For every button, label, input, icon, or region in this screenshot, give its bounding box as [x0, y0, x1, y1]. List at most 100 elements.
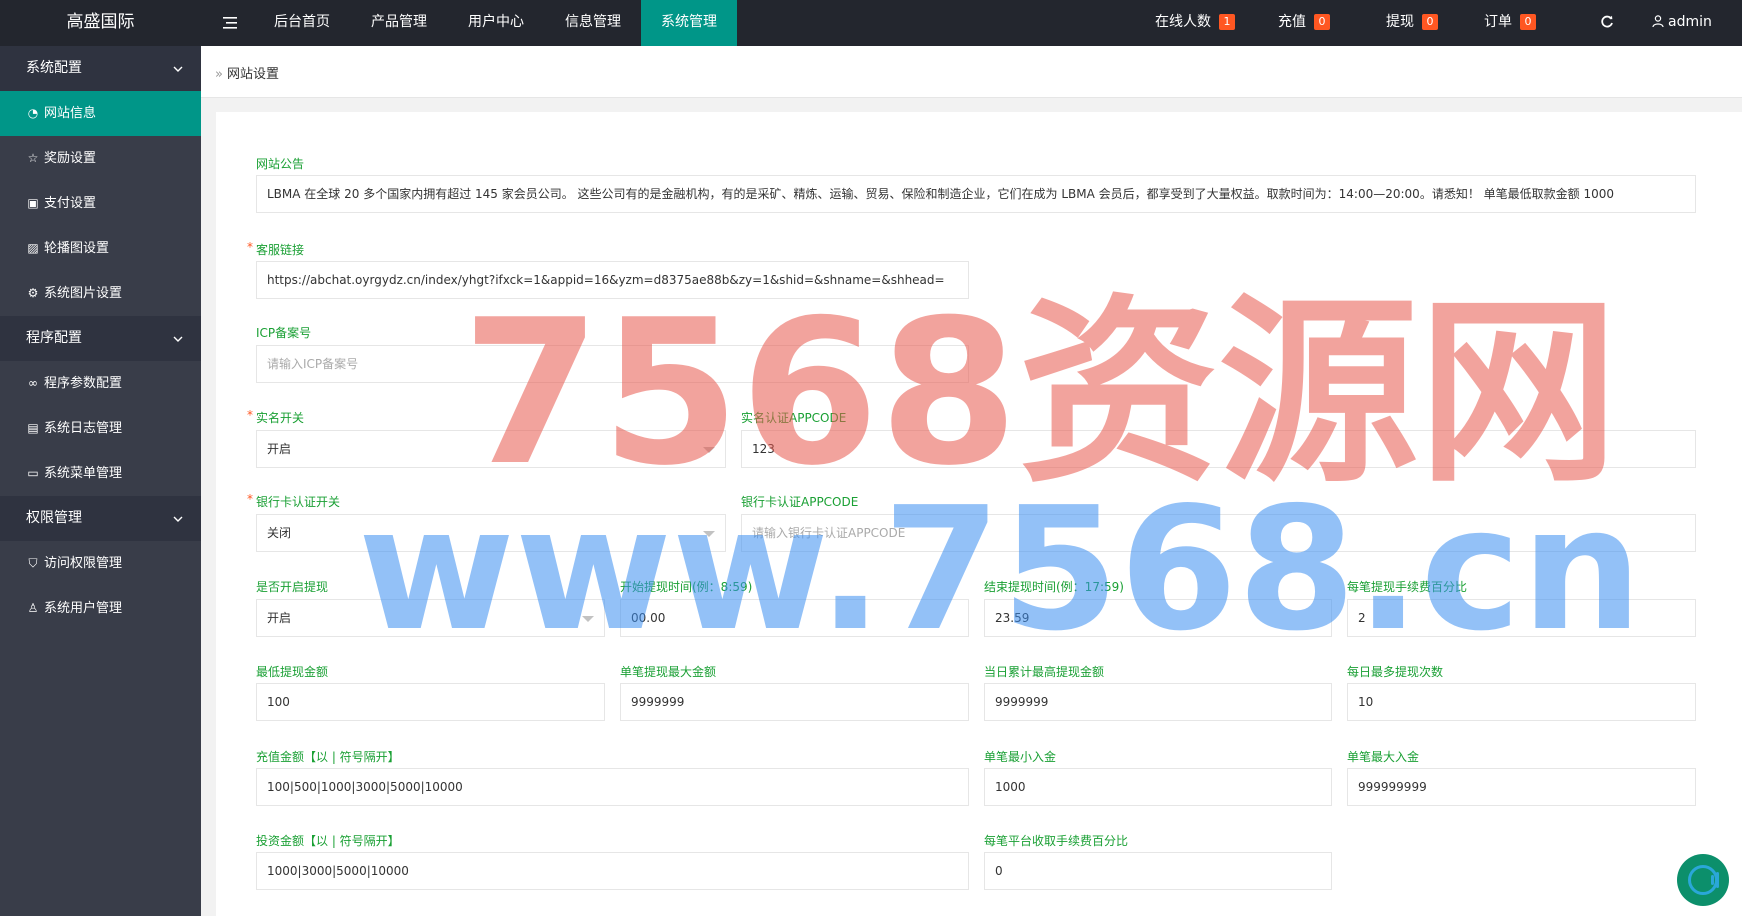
sidebar-item-label: 系统日志管理	[44, 421, 123, 436]
min-deposit-input[interactable]: 1000	[984, 768, 1332, 806]
chevron-down-icon	[173, 516, 183, 522]
realname-appcode-input[interactable]: 123	[741, 430, 1696, 468]
recharge-count[interactable]: 充值 0	[1264, 0, 1344, 46]
withdraw-end-input[interactable]: 23.59	[984, 599, 1332, 637]
min-withdraw-input[interactable]: 100	[256, 683, 605, 721]
withdraw-count[interactable]: 提现 0	[1372, 0, 1452, 46]
dropdown-caret-icon	[703, 447, 715, 453]
picture-icon: ▨	[27, 241, 39, 255]
bankcard-appcode-label: 银行卡认证APPCODE	[741, 495, 859, 509]
required-mark: *	[247, 492, 253, 506]
withdraw-enabled-label: 是否开启提现	[256, 580, 329, 594]
sidebar-item-carousel[interactable]: ▨ 轮播图设置	[0, 226, 201, 271]
sidebar-item-system-menu[interactable]: ▭ 系统菜单管理	[0, 451, 201, 496]
max-deposit-label: 单笔最大入金	[1347, 750, 1420, 764]
realname-switch-label-text: 实名开关	[256, 411, 305, 425]
max-withdraw-daily-input[interactable]: 9999999	[984, 683, 1332, 721]
icp-input[interactable]: 请输入ICP备案号	[256, 345, 969, 383]
required-mark: *	[247, 240, 253, 254]
nav-info[interactable]: 信息管理	[548, 0, 638, 46]
nav-system[interactable]: 系统管理	[641, 0, 737, 46]
sidebar-group-program-config[interactable]: 程序配置	[0, 316, 201, 361]
withdraw-end-label: 结束提现时间(例：17:59)	[984, 580, 1124, 594]
withdraw-enabled-select[interactable]: 开启	[256, 599, 605, 637]
app-logo[interactable]: 高盛国际	[0, 0, 201, 46]
support-icon[interactable]	[1677, 854, 1729, 906]
withdraw-fee-label: 每笔提现手续费百分比	[1347, 580, 1468, 594]
orders-badge: 0	[1520, 14, 1536, 30]
dashboard-icon: ◔	[27, 106, 39, 120]
sidebar-item-site-info[interactable]: ◔ 网站信息	[0, 91, 201, 136]
sidebar-group-label: 程序配置	[26, 330, 82, 346]
user-name: admin	[1668, 14, 1712, 30]
chevron-up-icon	[173, 66, 183, 72]
recharge-badge: 0	[1314, 14, 1330, 30]
icp-label: ICP备案号	[256, 326, 312, 340]
sidebar-item-label: 网站信息	[44, 106, 97, 121]
service-link-input[interactable]: https://abchat.oyrgydz.cn/index/yhgt?ifx…	[256, 261, 969, 299]
sidebar-item-system-users[interactable]: ♙ 系统用户管理	[0, 586, 201, 631]
min-withdraw-label: 最低提现金额	[256, 665, 329, 679]
max-withdraw-single-label: 单笔提现最大金额	[620, 665, 717, 679]
sidebar-item-label: 访问权限管理	[44, 556, 123, 571]
sidebar: 系统配置 ◔ 网站信息 ☆ 奖励设置 ▣ 支付设置 ▨ 轮播图设置 ⚙ 系统图片设置 程序…	[0, 46, 201, 916]
sidebar-item-payment[interactable]: ▣ 支付设置	[0, 181, 201, 226]
recharge-amounts-label: 充值金额【以 | 符号隔开】	[256, 750, 400, 764]
nav-products[interactable]: 产品管理	[355, 0, 443, 46]
max-withdraw-single-input[interactable]: 9999999	[620, 683, 969, 721]
withdraw-badge: 0	[1422, 14, 1438, 30]
max-deposit-input[interactable]: 999999999	[1347, 768, 1696, 806]
withdraw-fee-input[interactable]: 2	[1347, 599, 1696, 637]
sidebar-item-label: 轮播图设置	[44, 241, 110, 256]
nav-home[interactable]: 后台首页	[258, 0, 346, 46]
sidebar-item-access-permission[interactable]: ⛉ 访问权限管理	[0, 541, 201, 586]
user-icon	[1652, 15, 1664, 28]
sidebar-item-label: 系统图片设置	[44, 286, 123, 301]
withdraw-enabled-value: 开启	[267, 611, 292, 625]
support-icon-bar	[1716, 872, 1719, 888]
max-withdraw-count-label: 每日最多提现次数	[1347, 665, 1444, 679]
online-count[interactable]: 在线人数 1	[1140, 0, 1250, 46]
shield-icon: ⛉	[28, 556, 38, 570]
bankcard-switch-label: * 银行卡认证开关	[247, 492, 340, 509]
user-menu[interactable]: admin	[1652, 0, 1712, 46]
service-link-label-text: 客服链接	[256, 243, 305, 257]
sidebar-item-system-log[interactable]: ▤ 系统日志管理	[0, 406, 201, 451]
sidebar-group-system-config[interactable]: 系统配置	[0, 46, 201, 91]
sidebar-item-label: 支付设置	[44, 196, 97, 211]
withdraw-start-input[interactable]: 00.00	[620, 599, 969, 637]
bankcard-switch-select[interactable]: 关闭	[256, 514, 726, 552]
sidebar-item-reward[interactable]: ☆ 奖励设置	[0, 136, 201, 181]
platform-fee-label: 每笔平台收取手续费百分比	[984, 834, 1129, 848]
table-icon: ▭	[27, 466, 39, 480]
dropdown-caret-icon	[582, 616, 594, 622]
sidebar-item-label: 程序参数配置	[44, 376, 123, 391]
top-bar: 高盛国际 后台首页 产品管理 用户中心 信息管理 系统管理 在线人数 1 充值 0 …	[0, 0, 1742, 46]
nav-users[interactable]: 用户中心	[451, 0, 541, 46]
double-chevron-icon: »	[215, 67, 223, 82]
notice-input[interactable]: LBMA 在全球 20 多个国家内拥有超过 145 家会员公司。 这些公司有的是…	[256, 175, 1696, 213]
money-icon: ▣	[27, 196, 39, 210]
realname-switch-select[interactable]: 开启	[256, 430, 726, 468]
link-icon: ∞	[28, 376, 38, 390]
realname-appcode-label: 实名认证APPCODE	[741, 411, 847, 425]
support-icon-bar	[1711, 875, 1714, 885]
sidebar-item-program-params[interactable]: ∞ 程序参数配置	[0, 361, 201, 406]
sidebar-item-system-images[interactable]: ⚙ 系统图片设置	[0, 271, 201, 316]
online-label: 在线人数	[1155, 14, 1211, 30]
sidebar-group-permissions[interactable]: 权限管理	[0, 496, 201, 541]
invest-amounts-input[interactable]: 1000|3000|5000|10000	[256, 852, 969, 890]
sidebar-group-label: 权限管理	[26, 510, 82, 526]
user-icon: ♙	[27, 601, 39, 615]
realname-switch-label: * 实名开关	[247, 408, 305, 425]
menu-icon[interactable]	[210, 0, 250, 46]
platform-fee-input[interactable]: 0	[984, 852, 1332, 890]
bankcard-appcode-input[interactable]: 请输入银行卡认证APPCODE	[741, 514, 1696, 552]
orders-count[interactable]: 订单 0	[1470, 0, 1550, 46]
recharge-amounts-input[interactable]: 100|500|1000|3000|5000|10000	[256, 768, 969, 806]
realname-switch-value: 开启	[267, 442, 292, 456]
refresh-icon[interactable]	[1592, 0, 1622, 46]
max-withdraw-count-input[interactable]: 10	[1347, 683, 1696, 721]
sidebar-item-label: 奖励设置	[44, 151, 97, 166]
recharge-label: 充值	[1278, 14, 1306, 30]
